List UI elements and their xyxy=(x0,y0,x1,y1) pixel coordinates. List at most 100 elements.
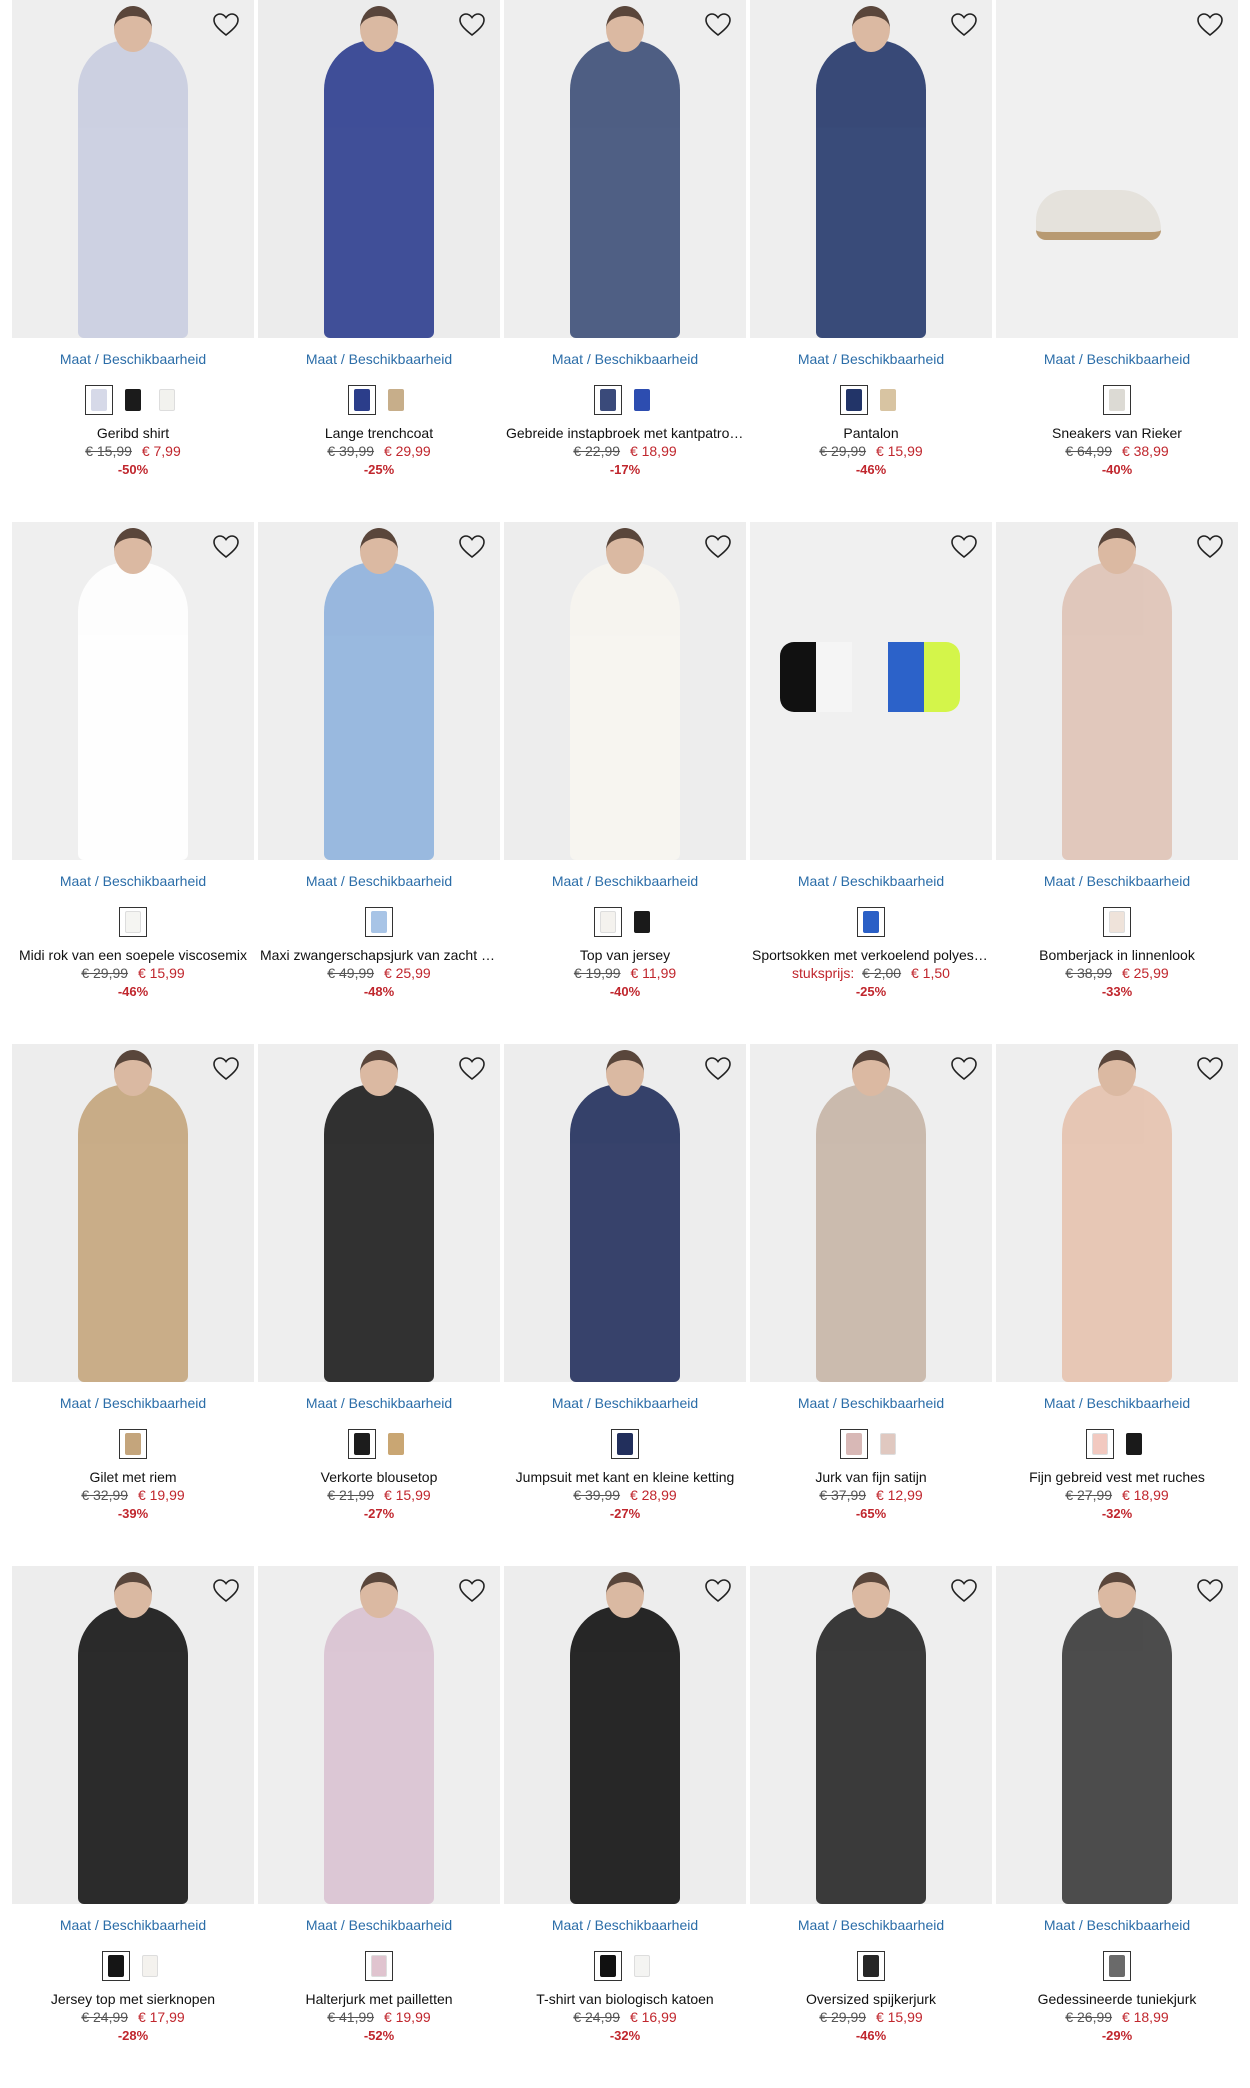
color-swatch[interactable] xyxy=(119,907,147,937)
heart-icon[interactable] xyxy=(702,1054,734,1084)
product-image[interactable] xyxy=(12,522,254,860)
product-image[interactable] xyxy=(504,1044,746,1382)
size-availability-link[interactable]: Maat / Beschikbaarheid xyxy=(12,1916,254,1934)
product-image[interactable] xyxy=(12,1566,254,1904)
product-card[interactable]: Maat / Beschikbaarheid Lange trenchcoat … xyxy=(258,0,500,522)
product-card[interactable]: Maat / Beschikbaarheid Sportsokken met v… xyxy=(750,522,992,1044)
product-name[interactable]: Geribd shirt xyxy=(12,424,254,442)
color-swatch[interactable] xyxy=(857,907,885,937)
color-swatch[interactable] xyxy=(1103,385,1131,415)
product-card[interactable]: Maat / Beschikbaarheid Verkorte blouseto… xyxy=(258,1044,500,1566)
product-image[interactable] xyxy=(504,522,746,860)
product-name[interactable]: Pantalon xyxy=(750,424,992,442)
product-card[interactable]: Maat / Beschikbaarheid Gedessineerde tun… xyxy=(996,1566,1238,2088)
product-card[interactable]: Maat / Beschikbaarheid T-shirt van biolo… xyxy=(504,1566,746,2088)
product-card[interactable]: Maat / Beschikbaarheid Midi rok van een … xyxy=(12,522,254,1044)
product-image[interactable] xyxy=(258,0,500,338)
product-name[interactable]: Sneakers van Rieker xyxy=(996,424,1238,442)
color-swatch[interactable] xyxy=(594,1951,622,1981)
size-availability-link[interactable]: Maat / Beschikbaarheid xyxy=(258,1394,500,1412)
product-name[interactable]: T-shirt van biologisch katoen xyxy=(504,1990,746,2008)
product-name[interactable]: Jersey top met sierknopen xyxy=(12,1990,254,2008)
heart-icon[interactable] xyxy=(210,532,242,562)
product-image[interactable] xyxy=(750,1044,992,1382)
product-name[interactable]: Oversized spijkerjurk xyxy=(750,1990,992,2008)
product-image[interactable] xyxy=(996,0,1238,338)
color-swatch[interactable] xyxy=(119,1429,147,1459)
color-swatch[interactable] xyxy=(382,385,410,415)
product-card[interactable]: Maat / Beschikbaarheid Sneakers van Riek… xyxy=(996,0,1238,522)
heart-icon[interactable] xyxy=(1194,10,1226,40)
product-name[interactable]: Lange trenchcoat xyxy=(258,424,500,442)
color-swatch[interactable] xyxy=(874,1429,902,1459)
product-image[interactable] xyxy=(258,1044,500,1382)
color-swatch[interactable] xyxy=(594,385,622,415)
product-name[interactable]: Jumpsuit met kant en kleine ketting xyxy=(504,1468,746,1486)
heart-icon[interactable] xyxy=(456,532,488,562)
color-swatch[interactable] xyxy=(594,907,622,937)
size-availability-link[interactable]: Maat / Beschikbaarheid xyxy=(750,1916,992,1934)
size-availability-link[interactable]: Maat / Beschikbaarheid xyxy=(258,350,500,368)
product-card[interactable]: Maat / Beschikbaarheid Gebreide instapbr… xyxy=(504,0,746,522)
product-image[interactable] xyxy=(750,0,992,338)
product-card[interactable]: Maat / Beschikbaarheid Gilet met riem € … xyxy=(12,1044,254,1566)
color-swatch[interactable] xyxy=(611,1429,639,1459)
product-image[interactable] xyxy=(258,1566,500,1904)
product-card[interactable]: Maat / Beschikbaarheid Jurk van fijn sat… xyxy=(750,1044,992,1566)
size-availability-link[interactable]: Maat / Beschikbaarheid xyxy=(996,872,1238,890)
product-image[interactable] xyxy=(996,1044,1238,1382)
heart-icon[interactable] xyxy=(1194,1576,1226,1606)
product-name[interactable]: Fijn gebreid vest met ruches xyxy=(996,1468,1238,1486)
size-availability-link[interactable]: Maat / Beschikbaarheid xyxy=(258,1916,500,1934)
color-swatch[interactable] xyxy=(85,385,113,415)
product-card[interactable]: Maat / Beschikbaarheid Fijn gebreid vest… xyxy=(996,1044,1238,1566)
size-availability-link[interactable]: Maat / Beschikbaarheid xyxy=(12,1394,254,1412)
heart-icon[interactable] xyxy=(456,1054,488,1084)
size-availability-link[interactable]: Maat / Beschikbaarheid xyxy=(750,350,992,368)
color-swatch[interactable] xyxy=(840,385,868,415)
heart-icon[interactable] xyxy=(210,1576,242,1606)
color-swatch[interactable] xyxy=(628,1951,656,1981)
heart-icon[interactable] xyxy=(948,10,980,40)
color-swatch[interactable] xyxy=(102,1951,130,1981)
product-name[interactable]: Halterjurk met pailletten xyxy=(258,1990,500,2008)
size-availability-link[interactable]: Maat / Beschikbaarheid xyxy=(996,1394,1238,1412)
product-image[interactable] xyxy=(504,1566,746,1904)
size-availability-link[interactable]: Maat / Beschikbaarheid xyxy=(504,872,746,890)
product-name[interactable]: Gilet met riem xyxy=(12,1468,254,1486)
heart-icon[interactable] xyxy=(210,1054,242,1084)
product-card[interactable]: Maat / Beschikbaarheid Maxi zwangerschap… xyxy=(258,522,500,1044)
color-swatch[interactable] xyxy=(136,1951,164,1981)
size-availability-link[interactable]: Maat / Beschikbaarheid xyxy=(750,1394,992,1412)
product-name[interactable]: Gebreide instapbroek met kantpatroon xyxy=(504,424,746,442)
color-swatch[interactable] xyxy=(1086,1429,1114,1459)
heart-icon[interactable] xyxy=(702,532,734,562)
color-swatch[interactable] xyxy=(1103,1951,1131,1981)
color-swatch[interactable] xyxy=(840,1429,868,1459)
size-availability-link[interactable]: Maat / Beschikbaarheid xyxy=(12,872,254,890)
product-name[interactable]: Midi rok van een soepele viscosemix xyxy=(12,946,254,964)
size-availability-link[interactable]: Maat / Beschikbaarheid xyxy=(996,350,1238,368)
heart-icon[interactable] xyxy=(948,532,980,562)
color-swatch[interactable] xyxy=(857,1951,885,1981)
heart-icon[interactable] xyxy=(456,10,488,40)
product-name[interactable]: Top van jersey xyxy=(504,946,746,964)
color-swatch[interactable] xyxy=(153,385,181,415)
color-swatch[interactable] xyxy=(365,1951,393,1981)
heart-icon[interactable] xyxy=(948,1054,980,1084)
color-swatch[interactable] xyxy=(348,385,376,415)
size-availability-link[interactable]: Maat / Beschikbaarheid xyxy=(504,1394,746,1412)
size-availability-link[interactable]: Maat / Beschikbaarheid xyxy=(258,872,500,890)
product-card[interactable]: Maat / Beschikbaarheid Halterjurk met pa… xyxy=(258,1566,500,2088)
product-card[interactable]: Maat / Beschikbaarheid Oversized spijker… xyxy=(750,1566,992,2088)
product-name[interactable]: Bomberjack in linnenlook xyxy=(996,946,1238,964)
product-image[interactable] xyxy=(12,0,254,338)
product-name[interactable]: Verkorte blousetop xyxy=(258,1468,500,1486)
color-swatch[interactable] xyxy=(119,385,147,415)
product-name[interactable]: Maxi zwangerschapsjurk van zacht jersey xyxy=(258,946,500,964)
product-image[interactable] xyxy=(504,0,746,338)
color-swatch[interactable] xyxy=(365,907,393,937)
product-name[interactable]: Jurk van fijn satijn xyxy=(750,1468,992,1486)
product-image[interactable] xyxy=(258,522,500,860)
heart-icon[interactable] xyxy=(1194,1054,1226,1084)
